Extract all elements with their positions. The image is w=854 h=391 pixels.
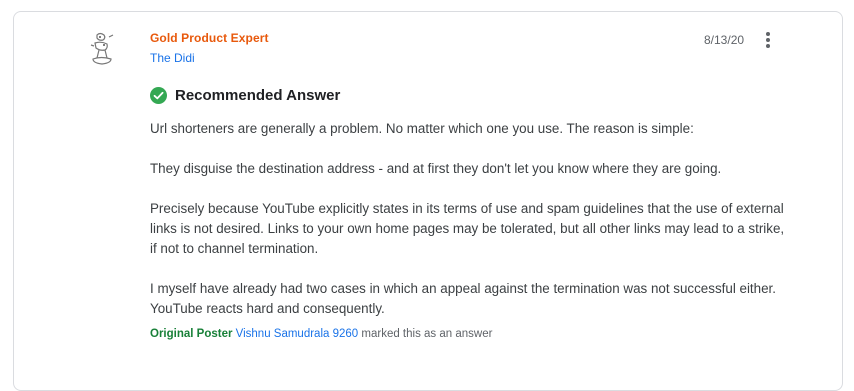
expert-badge: Gold Product Expert: [150, 31, 269, 45]
dot: [766, 38, 770, 42]
answer-paragraph: Url shorteners are generally a problem. …: [150, 121, 694, 136]
post-date: 8/13/20: [704, 33, 745, 47]
footer-suffix: marked this as an answer: [361, 328, 493, 340]
recommended-answer-header: Recommended Answer: [150, 87, 340, 104]
dot: [766, 44, 770, 48]
dot: [766, 32, 770, 36]
recommended-answer-label: Recommended Answer: [175, 87, 341, 104]
answer-paragraph: I myself have already had two cases in w…: [150, 281, 776, 316]
check-circle-icon: [150, 87, 167, 104]
answer-paragraph: Precisely because YouTube explicitly sta…: [150, 201, 785, 256]
avatar[interactable]: [87, 31, 117, 67]
answer-paragraph: They disguise the destination address - …: [150, 161, 722, 176]
more-vert-icon[interactable]: [759, 30, 777, 50]
original-poster-label: Original Poster: [150, 328, 233, 340]
answer-card: Gold Product Expert The Didi 8/13/20 Rec…: [13, 11, 843, 391]
answer-body: Url shorteners are generally a problem. …: [150, 119, 790, 339]
answer-footer: Original Poster Vishnu Samudrala 9260 ma…: [150, 328, 492, 340]
author-link[interactable]: The Didi: [150, 51, 195, 65]
original-poster-link[interactable]: Vishnu Samudrala 9260: [236, 328, 359, 340]
